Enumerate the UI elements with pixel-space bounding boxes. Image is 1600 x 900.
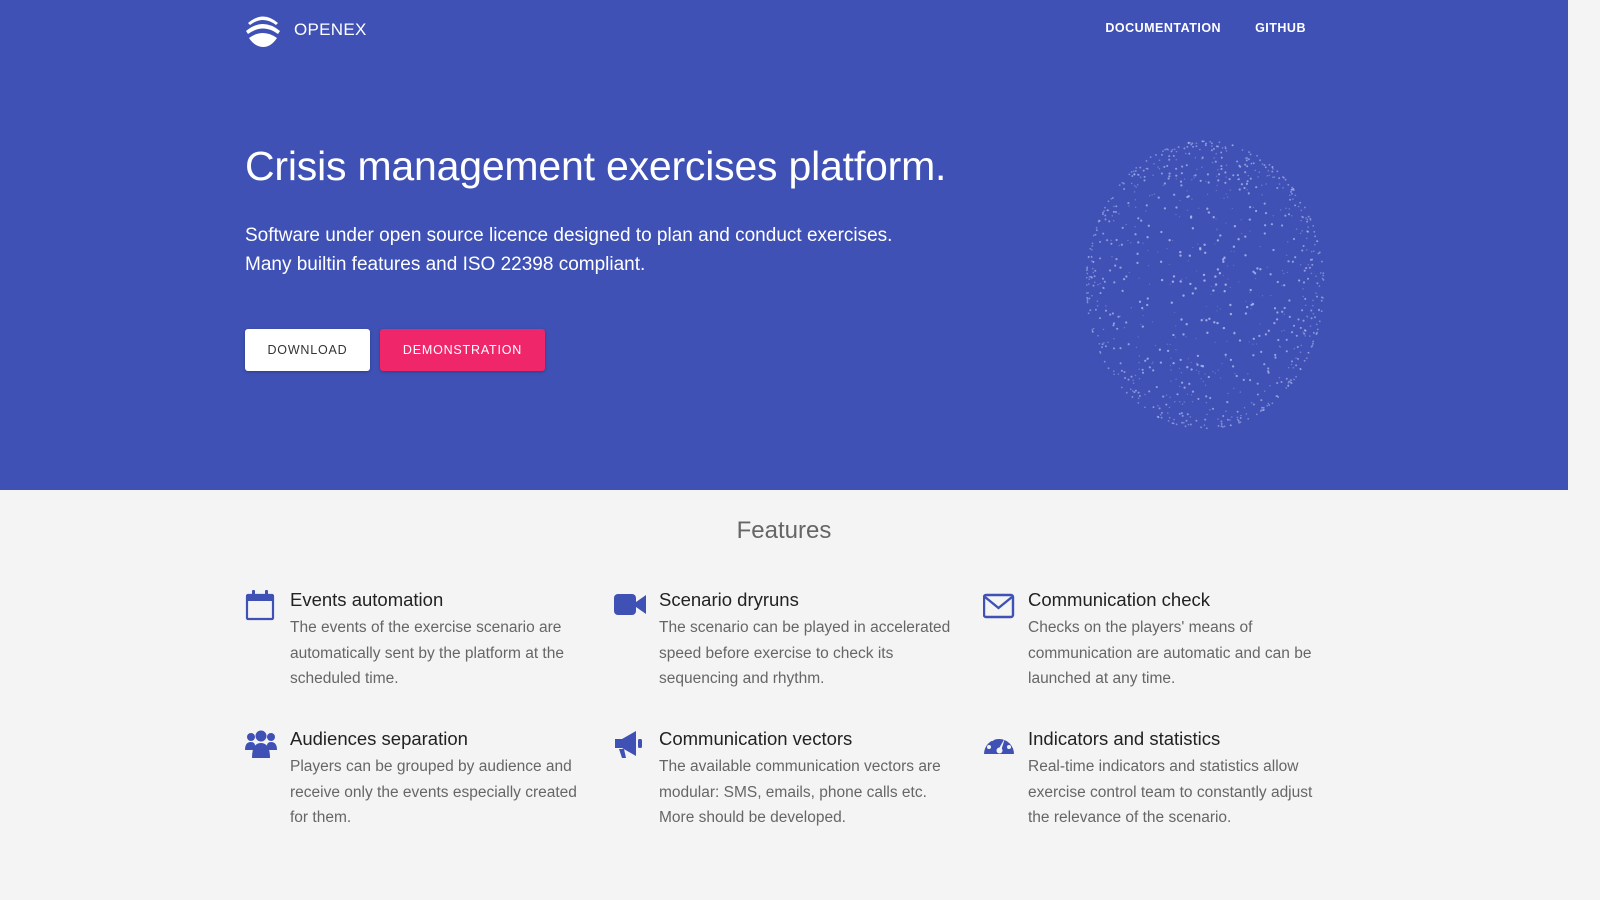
- calendar-icon: [245, 590, 275, 621]
- feature-title: Scenario dryruns: [659, 589, 799, 610]
- top-nav: DOCUMENTATION GITHUB: [1071, 21, 1306, 35]
- feature-title: Communication check: [1028, 589, 1210, 610]
- nav-documentation[interactable]: DOCUMENTATION: [1105, 21, 1221, 35]
- nav-github[interactable]: GITHUB: [1255, 21, 1306, 35]
- features-title: Features: [736, 517, 832, 544]
- particle-sphere-graphic: [1085, 140, 1325, 430]
- feature-title: Audiences separation: [290, 728, 468, 749]
- logo[interactable]: OPENEX: [245, 12, 367, 48]
- feature-description: Players can be grouped by audience and r…: [290, 758, 577, 826]
- feature-description: Checks on the players' means of communic…: [1028, 619, 1312, 687]
- dashboard-gauge-icon: [984, 733, 1014, 754]
- hero-title: Crisis management exercises platform.: [245, 143, 947, 189]
- hero-subtitle-line-1: Software under open source licence desig…: [245, 225, 893, 246]
- envelope-icon: [983, 593, 1015, 619]
- feature-title: Events automation: [290, 589, 444, 610]
- megaphone-icon: [615, 731, 642, 758]
- hero-section: OPENEX DOCUMENTATION GITHUB Crisis manag…: [0, 0, 1568, 490]
- feature-description: The events of the exercise scenario are …: [290, 619, 564, 687]
- hero-subtitle-line-2: Many builtin features and ISO 22398 comp…: [245, 254, 646, 275]
- logo-text: OPENEX: [294, 20, 367, 39]
- feature-title: Indicators and statistics: [1028, 728, 1221, 749]
- feature-description: The available communication vectors are …: [659, 758, 941, 826]
- demonstration-button[interactable]: DEMONSTRATION: [380, 329, 545, 371]
- feature-description: Real-time indicators and statistics allo…: [1028, 758, 1313, 826]
- download-button[interactable]: DOWNLOAD: [245, 329, 370, 371]
- feature-title: Communication vectors: [659, 728, 853, 749]
- openex-logo-icon: [246, 16, 280, 47]
- video-camera-icon: [614, 594, 646, 615]
- users-icon: [245, 730, 277, 758]
- feature-description: The scenario can be played in accelerate…: [659, 619, 951, 687]
- scrollbar-track[interactable]: [1568, 0, 1600, 900]
